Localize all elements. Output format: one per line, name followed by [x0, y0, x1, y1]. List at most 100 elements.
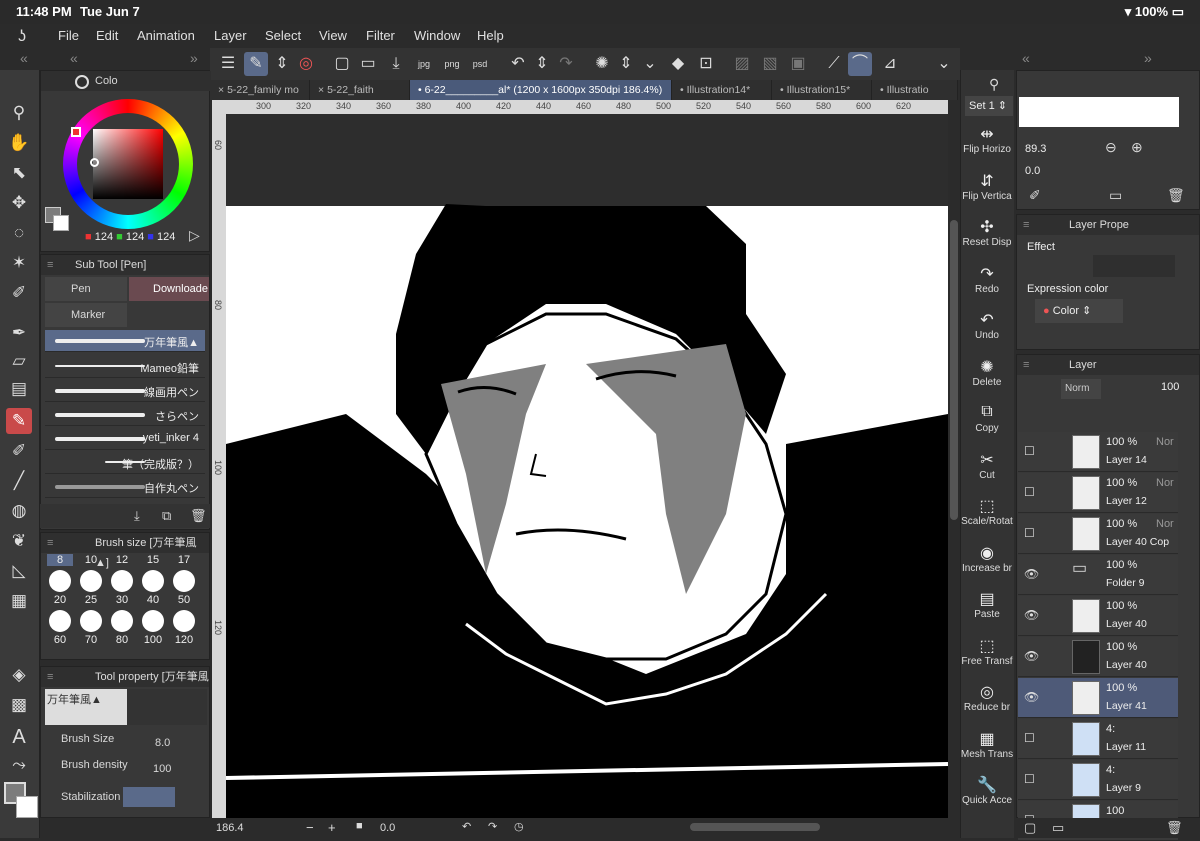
sub-color-swatch[interactable]: [16, 796, 38, 818]
duplicate-icon[interactable]: ⧉: [162, 508, 171, 524]
quick-access-item[interactable]: ↷ Redo: [960, 264, 1014, 295]
gradient-icon[interactable]: ▩: [6, 692, 32, 718]
pen-active-icon[interactable]: ✎: [6, 408, 32, 434]
quick-access-item[interactable]: ✺ Delete: [960, 357, 1014, 388]
scrollbar-thumb[interactable]: [950, 220, 958, 520]
navigator-preview[interactable]: [1019, 97, 1179, 127]
hand-tool-icon[interactable]: ✋: [6, 130, 32, 156]
search-icon[interactable]: ⚲: [989, 76, 999, 93]
invert-selection-icon[interactable]: ▧: [758, 52, 782, 76]
visibility-icon[interactable]: ☐: [1024, 444, 1035, 458]
nav-eyedropper-icon[interactable]: ✐: [1029, 187, 1041, 204]
move-tool-icon[interactable]: ✥: [6, 190, 32, 216]
saturation-square[interactable]: [93, 129, 163, 199]
fill-tool-icon[interactable]: ◈: [6, 662, 32, 688]
redo-icon[interactable]: ↷: [554, 52, 578, 76]
menu-window[interactable]: Window: [414, 28, 460, 43]
layer-row[interactable]: 👁 100 % Layer 40: [1018, 596, 1178, 636]
select-pen-icon[interactable]: ✎: [244, 52, 268, 76]
import-icon[interactable]: ⤓: [134, 508, 140, 524]
size-preset[interactable]: 30: [109, 570, 135, 606]
menu-help[interactable]: Help: [477, 28, 504, 43]
blend-mode-select[interactable]: Norm: [1061, 379, 1101, 399]
quick-access-item[interactable]: ↶ Undo: [960, 310, 1014, 341]
visibility-icon[interactable]: 👁: [1024, 567, 1039, 581]
chevron-updown-icon[interactable]: ⇕: [270, 52, 294, 76]
layer-row[interactable]: 👁 ▭ 100 % Folder 9: [1018, 555, 1178, 595]
zoom-in-icon[interactable]: +: [328, 820, 336, 835]
subtool-group-pen[interactable]: Pen: [45, 277, 127, 301]
nav-zoom-in-icon[interactable]: ⊕: [1131, 139, 1143, 156]
size-preset[interactable]: 40: [140, 570, 166, 606]
visibility-icon[interactable]: ☐: [1024, 772, 1035, 786]
open-folder-icon[interactable]: ▭: [356, 52, 380, 76]
save-icon[interactable]: ⤓: [384, 52, 408, 76]
nav-zoom[interactable]: 89.3: [1025, 143, 1046, 155]
rotation-value[interactable]: 0.0: [380, 822, 395, 834]
size-preset[interactable]: 12: [109, 554, 135, 566]
collapse-toolbar-icon[interactable]: ⌄: [932, 52, 956, 76]
tab-doc-active[interactable]: • 6-22_________al* (1200 x 1600px 350dpi…: [410, 80, 672, 100]
layer-row[interactable]: ☐ 4: Layer 9: [1018, 760, 1178, 800]
layer-row[interactable]: ☐ 100 % Nor Layer 12: [1018, 473, 1178, 513]
frame-tool-icon[interactable]: ▦: [6, 588, 32, 614]
fill-icon[interactable]: ◆: [666, 52, 690, 76]
tab-doc[interactable]: • Illustratio: [872, 80, 958, 100]
zoom-tool-icon[interactable]: ⚲: [6, 100, 32, 126]
nav-zoom-out-icon[interactable]: ⊖: [1105, 139, 1117, 156]
color-tab-label[interactable]: Colo: [95, 75, 118, 87]
brush-item[interactable]: 自作丸ペン: [45, 476, 205, 498]
ruler-icon[interactable]: ⟋: [822, 52, 846, 76]
size-preset[interactable]: 50: [171, 570, 197, 606]
tab-doc[interactable]: × 5-22_faith: [310, 80, 410, 100]
canvas-area[interactable]: [226, 114, 948, 818]
new-layer-icon[interactable]: ▢: [1024, 820, 1036, 836]
layer-row[interactable]: ☐ 100 % Nor Layer 14: [1018, 432, 1178, 472]
snap-ruler-icon[interactable]: ⌒: [848, 52, 872, 76]
zoom-out-icon[interactable]: −: [306, 820, 314, 835]
export-png-icon[interactable]: png: [440, 52, 464, 76]
tab-doc[interactable]: • Illustration14*: [672, 80, 772, 100]
quick-set-select[interactable]: Set 1 ⇕: [965, 96, 1013, 116]
visibility-icon[interactable]: 👁: [1024, 649, 1039, 663]
expand-right-icon[interactable]: »: [190, 50, 198, 66]
stabilization-slider[interactable]: [123, 787, 175, 807]
text-tool-icon[interactable]: A: [6, 724, 32, 750]
balloon-tool-icon[interactable]: ⤳: [6, 752, 32, 778]
size-preset[interactable]: 17: [171, 554, 197, 566]
color-swatch-sub[interactable]: [53, 215, 69, 231]
decoration-icon[interactable]: ❦: [6, 528, 32, 554]
nav-folder-icon[interactable]: ▭: [1109, 187, 1122, 204]
undo-icon[interactable]: ↶: [506, 52, 530, 76]
layer-row[interactable]: 👁 100 % Layer 40: [1018, 637, 1178, 677]
collapse-left-icon[interactable]: «: [20, 50, 28, 66]
color-mode-icon[interactable]: ▷: [189, 227, 200, 244]
brush-item[interactable]: yeti_inker 4: [45, 428, 205, 450]
quick-access-item[interactable]: ⇵ Flip Vertica: [960, 171, 1014, 202]
quick-access-item[interactable]: ⬚ Scale/Rotat: [960, 496, 1014, 527]
brush-item[interactable]: 万年筆風▲: [45, 330, 205, 352]
vertical-scrollbar[interactable]: [948, 100, 960, 818]
visibility-icon[interactable]: 👁: [1024, 608, 1039, 622]
quick-access-item[interactable]: ⇹ Flip Horizo: [960, 124, 1014, 155]
quick-access-item[interactable]: ⧉ Copy: [960, 403, 1014, 434]
tab-doc[interactable]: × 5-22_family mo: [210, 80, 310, 100]
visibility-icon[interactable]: ☐: [1024, 731, 1035, 745]
quick-access-item[interactable]: ▦ Mesh Trans: [960, 729, 1014, 760]
brush-density-value[interactable]: 100: [153, 763, 171, 775]
quick-access-item[interactable]: ✂ Cut: [960, 450, 1014, 481]
crop-selection-icon[interactable]: ▣: [786, 52, 810, 76]
eyedropper-icon[interactable]: ✐: [6, 280, 32, 306]
brush-item[interactable]: Mameo鉛筆: [45, 356, 205, 378]
brush-item[interactable]: 筆（完成版？）: [45, 452, 205, 474]
menu-animation[interactable]: Animation: [137, 28, 195, 43]
color-wheel-tab-icon[interactable]: [75, 75, 89, 89]
chevron-updown-icon-3[interactable]: ⇕: [614, 52, 638, 76]
perspective-icon[interactable]: ⊿: [878, 52, 902, 76]
hue-handle[interactable]: [71, 127, 81, 137]
menu-view[interactable]: View: [319, 28, 347, 43]
size-preset[interactable]: 120: [171, 610, 197, 646]
lasso-tool-icon[interactable]: ◌: [6, 220, 32, 246]
color-picker-handle[interactable]: [90, 158, 99, 167]
rotate-left-icon[interactable]: ↶: [462, 820, 471, 833]
